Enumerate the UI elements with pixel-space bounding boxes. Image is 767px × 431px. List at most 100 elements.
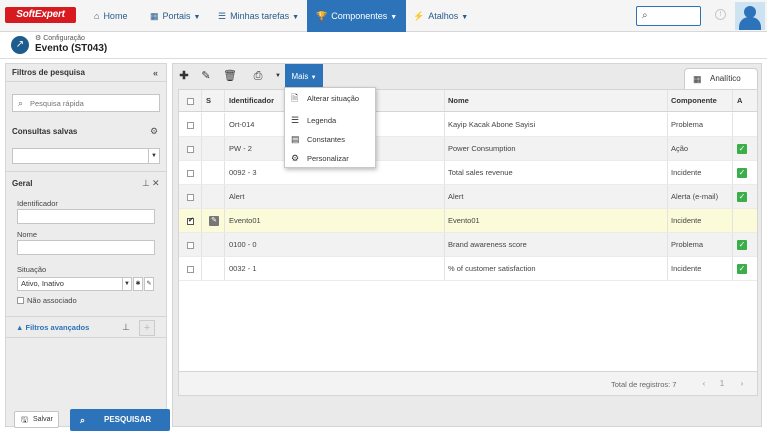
next-page-button[interactable]: ›	[735, 378, 749, 390]
broom-icon[interactable]: ✎	[144, 277, 154, 291]
column-separator	[201, 233, 202, 256]
menu-item-constantes[interactable]: ▤ Constantes	[285, 130, 375, 149]
menu-item-alterar-situacao[interactable]: 🗎 Alterar situação	[285, 89, 375, 108]
cell-component: Problema	[671, 120, 704, 129]
column-separator	[732, 185, 733, 208]
column-header-identifier[interactable]: Identificador	[229, 90, 274, 111]
delete-icon[interactable]: 🗑	[223, 64, 237, 89]
list-icon: ☰	[291, 115, 300, 125]
gear-icon: ⚙	[291, 153, 300, 163]
column-separator	[224, 185, 225, 208]
table-row[interactable]: Alert Alert Alerta (e-mail) ✓	[179, 185, 757, 209]
chevron-down-icon: ▼	[310, 75, 317, 81]
menu-item-label: Personalizar	[307, 154, 349, 163]
top-search-input[interactable]: ⌕	[636, 6, 701, 26]
gear-icon[interactable]: ⚙	[150, 126, 158, 137]
column-header-status[interactable]: S	[206, 90, 211, 111]
prev-page-button[interactable]: ‹	[697, 378, 711, 390]
not-associated-checkbox[interactable]	[17, 297, 24, 304]
table-row[interactable]: 0100 - 0 Brand awareness score Problema ✓	[179, 233, 757, 257]
column-header-name[interactable]: Nome	[448, 90, 469, 111]
row-checkbox[interactable]	[187, 242, 194, 249]
save-button[interactable]: 🖫 Salvar	[14, 411, 59, 428]
identifier-input[interactable]	[17, 209, 155, 224]
column-separator	[732, 209, 733, 232]
menu-item-label: Constantes	[307, 135, 345, 144]
breadcrumb[interactable]: ⚙ Configuração	[35, 34, 85, 42]
table-row[interactable]: Ort-014 Kayip Kacak Abone Sayisi Problema	[179, 113, 757, 137]
lightning-icon: ⚡	[413, 11, 425, 21]
cell-identifier: PW - 2	[229, 144, 252, 153]
chevron-down-icon[interactable]: ▼	[122, 277, 132, 291]
status-select[interactable]: Ativo, Inativo	[17, 277, 124, 291]
row-checkbox[interactable]	[187, 146, 194, 153]
page-number[interactable]: 1	[715, 378, 729, 390]
column-header-component[interactable]: Componente	[671, 90, 717, 111]
row-checkbox[interactable]	[187, 266, 194, 273]
cell-name: % of customer satisfaction	[448, 264, 536, 273]
table-footer: Total de registros: 7 ‹ 1 ›	[179, 371, 757, 395]
cell-component: Incidente	[671, 216, 702, 225]
nav-atalhos[interactable]: ⚡ Atalhos ▼	[413, 0, 468, 32]
quick-search-input[interactable]	[30, 98, 155, 109]
cell-identifier: Alert	[229, 192, 245, 201]
nav-home[interactable]: ⌂ Home	[94, 0, 127, 32]
check-icon: ✓	[737, 168, 747, 178]
column-separator	[444, 185, 445, 208]
filter-panel-title: Filtros de pesquisa	[12, 68, 85, 77]
select-all-checkbox[interactable]	[187, 98, 194, 105]
nav-minhas-tarefas-label: Minhas tarefas	[230, 11, 290, 21]
close-icon[interactable]: ✕	[152, 178, 160, 189]
broom-icon[interactable]: ⊥	[122, 322, 130, 333]
menu-item-personalizar[interactable]: ⚙ Personalizar	[285, 149, 375, 168]
table-row[interactable]: PW - 2 Power Consumption Ação ✓	[179, 137, 757, 161]
column-separator	[667, 137, 668, 160]
search-button[interactable]: ⌕ PESQUISAR	[70, 409, 170, 431]
edit-icon[interactable]: ✎	[199, 64, 213, 89]
table-row[interactable]: ✎ Evento01 Evento01 Incidente	[179, 209, 757, 233]
column-separator	[667, 209, 668, 232]
menu-item-legenda[interactable]: ☰ Legenda	[285, 111, 375, 130]
user-avatar[interactable]	[735, 2, 765, 30]
tab-analitico[interactable]: ▦ Analítico	[684, 68, 758, 89]
nav-componentes[interactable]: 🏆 Componentes ▼	[307, 0, 407, 32]
nav-portais[interactable]: ▦ Portais ▼	[150, 0, 200, 32]
cell-identifier: 0092 - 3	[229, 168, 257, 177]
nav-portais-label: Portais	[162, 11, 191, 21]
column-separator	[201, 257, 202, 280]
add-icon[interactable]: ✚	[177, 64, 191, 89]
home-icon: ⌂	[94, 11, 100, 21]
quick-search-field[interactable]: ⌕	[12, 94, 160, 112]
column-separator	[201, 90, 202, 111]
row-checkbox[interactable]	[187, 122, 194, 129]
advanced-filters-toggle[interactable]: ▲ Filtros avançados	[16, 323, 89, 332]
column-separator	[444, 233, 445, 256]
broom-icon[interactable]: ⊥	[142, 178, 150, 189]
softexpert-logo[interactable]: SoftExpert	[5, 7, 76, 23]
row-checkbox[interactable]	[187, 194, 194, 201]
column-separator	[444, 161, 445, 184]
nav-minhas-tarefas[interactable]: ☰ Minhas tarefas ▼	[218, 0, 299, 32]
edit-icon[interactable]: ✎	[209, 216, 219, 226]
table-row[interactable]: 0032 - 1 % of customer satisfaction Incide…	[179, 257, 757, 281]
check-icon: ✓	[737, 264, 747, 274]
general-section-label: Geral	[12, 179, 33, 188]
add-filter-button[interactable]: +	[139, 320, 155, 336]
more-button[interactable]: Mais ▼	[285, 64, 323, 89]
row-checkbox[interactable]	[187, 170, 194, 177]
cell-identifier: 0032 - 1	[229, 264, 257, 273]
column-separator	[667, 161, 668, 184]
row-checkbox[interactable]	[187, 216, 194, 225]
table-row[interactable]: 0092 - 3 Total sales revenue Incidente ✓	[179, 161, 757, 185]
column-header-active[interactable]: A	[737, 90, 742, 111]
notification-icon[interactable]: !	[715, 9, 726, 20]
print-icon[interactable]: ⎙	[251, 64, 265, 89]
menu-item-label: Legenda	[307, 116, 337, 125]
chevron-down-icon[interactable]: ▼	[273, 64, 283, 89]
chevron-down-icon: ▼	[148, 149, 159, 163]
collapse-panel-icon[interactable]: «	[153, 64, 158, 82]
name-input[interactable]	[17, 240, 155, 255]
document-icon: 🗎	[291, 93, 299, 103]
saved-queries-select[interactable]: ▼	[12, 148, 160, 164]
asterisk-icon[interactable]: ✱	[133, 277, 143, 291]
